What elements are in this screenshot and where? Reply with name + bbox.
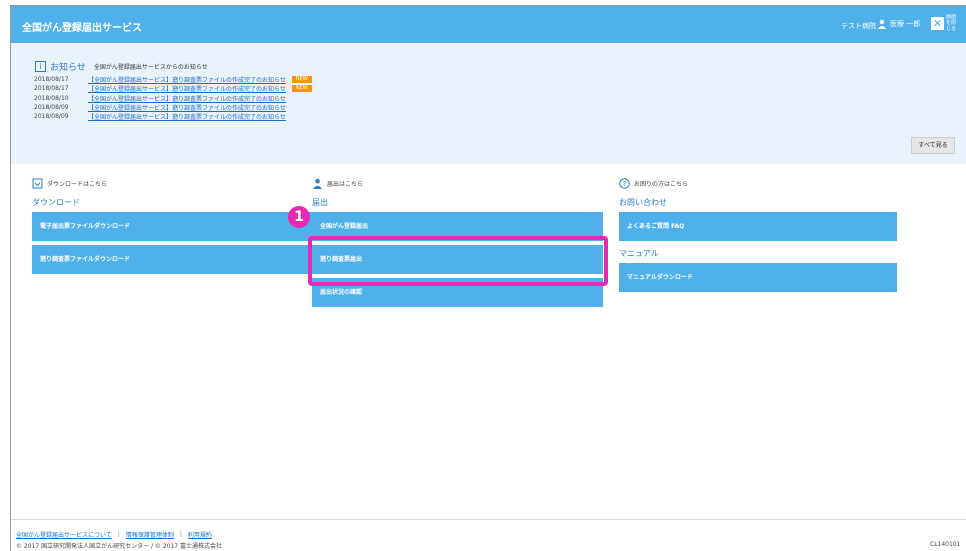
step-marker: 1 (288, 206, 310, 228)
contact-header-label: お困りの方はこちら (634, 181, 689, 188)
facility-name: テスト病院 (841, 22, 876, 30)
submit-header-label: 届出はこちら (327, 181, 364, 188)
terms-link[interactable]: 利用規約 (188, 530, 212, 539)
download-icon (32, 178, 43, 189)
footer-separator: | (117, 531, 120, 538)
manual-section-title: マニュアル (619, 249, 659, 258)
page-footer: 全国がん登録届出サービスについて | 情報保護管理体制 | 利用規約 © 201… (11, 519, 966, 551)
footer-separator: | (179, 531, 182, 538)
annotation-highlight-box (308, 236, 608, 286)
e-report-download-button[interactable]: 電子届出票ファイルダウンロード (32, 212, 320, 241)
notice-date: 2018/08/09 (34, 104, 69, 112)
download-header-label: ダウンロードはこちら (47, 181, 108, 188)
notice-item: 2018/08/17 【全国がん登録届出サービス】遡り調査票ファイルの作成完了の… (34, 84, 312, 93)
notice-item: 2018/08/09 【全国がん登録届出サービス】遡り調査票ファイルの作成完了の… (34, 103, 312, 112)
notice-date: 2018/08/17 (34, 76, 69, 84)
app-window: 全国がん登録届出サービス テスト病院 医療 一郎 ✕ 画面を閉じる i お知らせ… (10, 5, 966, 551)
user-icon (878, 19, 886, 29)
privacy-system-link[interactable]: 情報保護管理体制 (126, 530, 174, 539)
notice-subtitle: 全国がん登録届出サービスからのお知らせ (93, 64, 208, 71)
app-header: 全国がん登録届出サービス テスト病院 医療 一郎 ✕ 画面を閉じる (11, 6, 966, 43)
user-name: 医療 一郎 (890, 20, 921, 28)
notice-date: 2018/08/10 (34, 94, 69, 102)
about-service-link[interactable]: 全国がん登録届出サービスについて (16, 530, 112, 539)
contact-column: ? お困りの方はこちら お問い合わせ よくあるご質問 FAQ マニュアル マニュ… (619, 178, 915, 292)
notice-link[interactable]: 【全国がん登録届出サービス】遡り調査票ファイルの作成完了のお知らせ (88, 103, 286, 112)
notice-date: 2018/08/09 (34, 113, 69, 121)
contact-header: ? お困りの方はこちら (619, 178, 915, 189)
info-icon: i (35, 61, 46, 72)
manual-download-button[interactable]: マニュアルダウンロード (619, 263, 897, 292)
close-screen-label: 画面を閉じる (946, 14, 957, 32)
notice-item: 2018/08/17 【全国がん登録届出サービス】遡り調査票ファイルの作成完了の… (34, 75, 312, 84)
close-screen-button[interactable]: ✕ 画面を閉じる (931, 14, 960, 32)
user-info: 医療 一郎 (877, 19, 920, 29)
submit-header: 届出はこちら (312, 178, 608, 189)
view-all-button[interactable]: すべて見る (911, 137, 955, 154)
contact-section-title: お問い合わせ (619, 198, 667, 207)
download-header: ダウンロードはこちら (32, 178, 328, 189)
download-section-title: ダウンロード (32, 198, 80, 207)
notice-date: 2018/08/17 (34, 85, 69, 93)
notice-title: お知らせ (50, 63, 86, 73)
notice-item: 2018/08/10 【全国がん登録届出サービス】遡り調査票ファイルの作成完了の… (34, 94, 312, 103)
notice-item: 2018/08/09 【全国がん登録届出サービス】遡り調査票ファイルの作成完了の… (34, 112, 312, 121)
new-badge: NEW (291, 76, 312, 84)
download-column: ダウンロードはこちら ダウンロード 電子届出票ファイルダウンロード 遡り調査票フ… (32, 178, 328, 274)
retro-survey-download-button[interactable]: 遡り調査票ファイルダウンロード (32, 245, 320, 274)
footer-links: 全国がん登録届出サービスについて | 情報保護管理体制 | 利用規約 (16, 530, 212, 539)
notice-panel: i お知らせ 全国がん登録届出サービスからのお知らせ 2018/08/17 【全… (11, 43, 966, 164)
faq-button[interactable]: よくあるご質問 FAQ (619, 212, 897, 241)
notice-link[interactable]: 【全国がん登録届出サービス】遡り調査票ファイルの作成完了のお知らせ (88, 75, 286, 84)
notice-header: i お知らせ 全国がん登録届出サービスからのお知らせ (35, 60, 208, 73)
notice-link[interactable]: 【全国がん登録届出サービス】遡り調査票ファイルの作成完了のお知らせ (88, 112, 286, 121)
notice-link[interactable]: 【全国がん登録届出サービス】遡り調査票ファイルの作成完了のお知らせ (88, 94, 286, 103)
app-title: 全国がん登録届出サービス (22, 23, 142, 34)
screen-code: CL140101 (930, 541, 961, 548)
new-badge: NEW (291, 85, 312, 93)
submit-section-title: 届出 (312, 198, 328, 207)
person-icon (313, 178, 322, 189)
notice-list: 2018/08/17 【全国がん登録届出サービス】遡り調査票ファイルの作成完了の… (34, 75, 312, 121)
help-icon: ? (619, 178, 630, 189)
copyright: © 2017 国立研究開発法人国立がん研究センター / © 2017 富士通株式… (16, 543, 223, 550)
svg-text:?: ? (623, 180, 627, 188)
notice-link[interactable]: 【全国がん登録届出サービス】遡り調査票ファイルの作成完了のお知らせ (88, 84, 286, 93)
close-icon: ✕ (931, 16, 944, 30)
